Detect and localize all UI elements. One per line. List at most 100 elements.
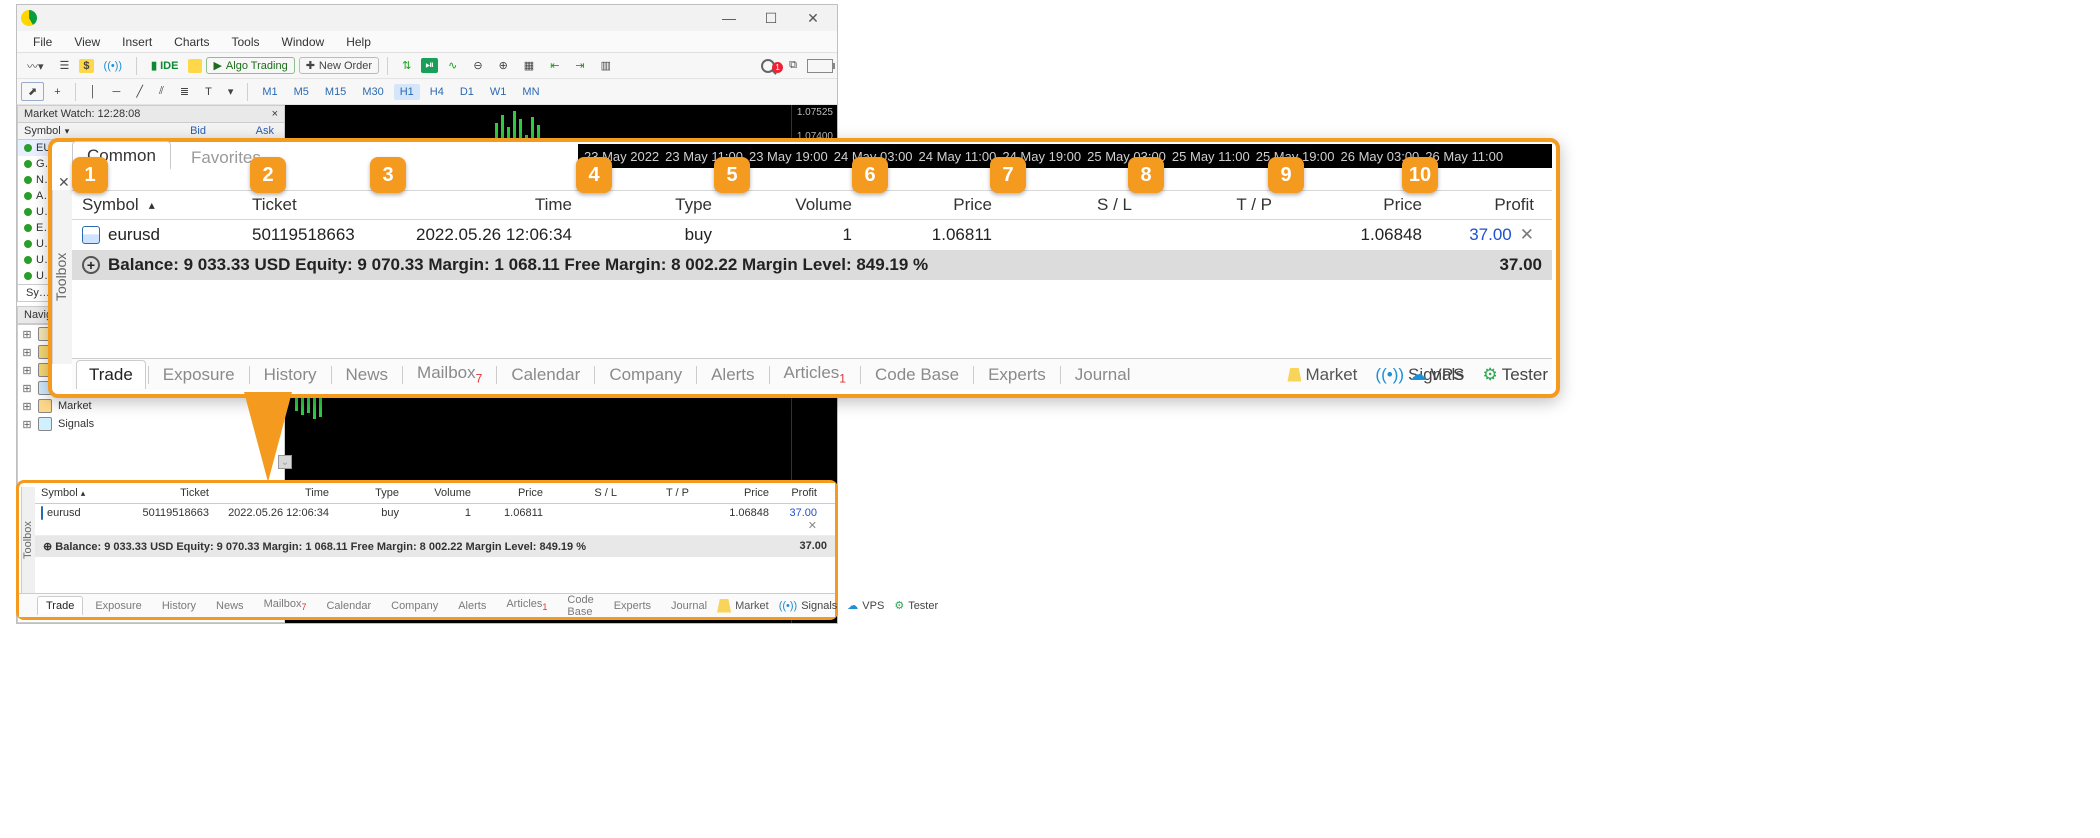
tab-news-small[interactable]: News <box>208 597 252 615</box>
col-price2[interactable]: Price <box>1282 191 1432 219</box>
timeframe-m5[interactable]: M5 <box>288 84 315 100</box>
tree-expand-icon[interactable]: ⊞ <box>22 346 32 359</box>
tab-exposure[interactable]: Exposure <box>151 361 247 389</box>
grid-icon[interactable]: ▦ <box>518 57 540 74</box>
toolbox-vertical-label-small[interactable]: Toolbox <box>21 487 35 593</box>
col-time[interactable]: Time <box>372 191 582 219</box>
menu-file[interactable]: File <box>23 33 62 51</box>
fibo-icon[interactable]: ≣ <box>174 83 195 100</box>
col-price-small[interactable]: Price <box>477 483 549 503</box>
bar-chart-icon[interactable]: ☰ <box>54 57 76 74</box>
tree-expand-icon[interactable]: ⊞ <box>22 418 32 431</box>
trendline-icon[interactable]: ╱ <box>130 83 149 100</box>
signals-toolbar-icon[interactable]: ((•)) <box>98 58 129 74</box>
menu-view[interactable]: View <box>64 33 110 51</box>
zoom-in-icon[interactable]: ⊕ <box>493 57 514 74</box>
window-minimize-button[interactable]: — <box>709 6 749 30</box>
cursor-icon[interactable]: ⬈ <box>21 82 44 101</box>
link-tester[interactable]: ⚙ Tester <box>1482 365 1548 385</box>
text-icon[interactable]: T <box>199 84 218 100</box>
tab-articles-small[interactable]: Articles1 <box>498 595 555 615</box>
link-vps[interactable]: ☁ VPS <box>1409 365 1464 385</box>
tab-articles[interactable]: Articles1 <box>772 359 858 389</box>
window-maximize-button[interactable]: ☐ <box>751 6 791 30</box>
scroll-icon-1[interactable]: ⇤ <box>544 57 565 74</box>
tab-exposure-small[interactable]: Exposure <box>87 597 149 615</box>
tab-alerts-small[interactable]: Alerts <box>450 597 494 615</box>
panel-close-icon[interactable]: ✕ <box>58 174 70 191</box>
mw-col-ask[interactable]: Ask <box>212 123 280 139</box>
tab-experts[interactable]: Experts <box>976 361 1058 389</box>
dollar-icon[interactable]: $ <box>79 59 93 73</box>
channel-icon[interactable]: ⫽ <box>153 83 170 100</box>
tab-company[interactable]: Company <box>597 361 694 389</box>
tab-experts-small[interactable]: Experts <box>606 597 659 615</box>
trade-row[interactable]: eurusd 50119518663 2022.05.26 12:06:34 b… <box>72 220 1552 250</box>
window-close-button[interactable]: ✕ <box>793 6 833 30</box>
link-market[interactable]: Market <box>1287 365 1357 385</box>
timeframe-h4[interactable]: H4 <box>424 84 450 100</box>
mw-col-symbol[interactable]: Symbol ▾ <box>18 123 138 139</box>
link-market-small[interactable]: Market <box>717 599 769 613</box>
timeframe-m1[interactable]: M1 <box>256 84 283 100</box>
timeframe-m15[interactable]: M15 <box>319 84 352 100</box>
timeframe-d1[interactable]: D1 <box>454 84 480 100</box>
col-profit-small[interactable]: Profit <box>775 483 835 503</box>
col-volume-small[interactable]: Volume <box>405 483 477 503</box>
new-order-button[interactable]: ✚ New Order <box>299 57 379 74</box>
chart-line-icon[interactable]: ∿ <box>442 57 463 74</box>
tab-codebase[interactable]: Code Base <box>863 361 971 389</box>
shopping-bag-icon[interactable] <box>188 59 202 73</box>
tree-expand-icon[interactable]: ⊞ <box>22 382 32 395</box>
tab-history-small[interactable]: History <box>154 597 204 615</box>
col-sl[interactable]: S / L <box>1002 191 1142 219</box>
vline-icon[interactable]: │ <box>84 84 103 100</box>
tree-expand-icon[interactable]: ⊞ <box>22 328 32 341</box>
col-type[interactable]: Type <box>582 191 722 219</box>
col-symbol[interactable]: Symbol▴ <box>72 191 242 219</box>
tab-trade[interactable]: Trade <box>76 360 146 389</box>
algo-trading-button[interactable]: ▶ Algo Trading <box>206 57 294 74</box>
col-price[interactable]: Price <box>862 191 1002 219</box>
tab-company-small[interactable]: Company <box>383 597 446 615</box>
col-sl-small[interactable]: S / L <box>549 483 623 503</box>
col-tp-small[interactable]: T / P <box>623 483 695 503</box>
timeframe-m30[interactable]: M30 <box>356 84 389 100</box>
link-signals-small[interactable]: ((•)) Signals <box>779 600 838 612</box>
menu-insert[interactable]: Insert <box>112 33 162 51</box>
tree-expand-icon[interactable]: ⊞ <box>22 400 32 413</box>
autotrade-icon[interactable]: ⏯ <box>421 58 438 73</box>
tab-calendar-small[interactable]: Calendar <box>318 597 379 615</box>
link-signals[interactable]: ((•)) Signals <box>1375 365 1391 385</box>
tab-alerts[interactable]: Alerts <box>699 361 766 389</box>
tree-expand-icon[interactable]: ⊞ <box>22 364 32 377</box>
close-order-icon[interactable]: ✕ <box>1520 225 1534 245</box>
menu-charts[interactable]: Charts <box>164 33 219 51</box>
link-vps-small[interactable]: ☁ VPS <box>847 599 884 612</box>
layout-icon[interactable]: ⧉ <box>783 57 803 74</box>
timeframe-w1[interactable]: W1 <box>484 84 513 100</box>
tab-mailbox-small[interactable]: Mailbox7 <box>256 595 315 615</box>
ide-button[interactable]: ▮ IDE <box>145 57 184 74</box>
col-symbol-small[interactable]: Symbol ▴ <box>35 483 131 503</box>
tab-codebase-small[interactable]: Code Base <box>559 591 601 621</box>
timeframe-h1[interactable]: H1 <box>394 84 420 100</box>
crosshair-icon[interactable]: + <box>48 84 66 100</box>
col-volume[interactable]: Volume <box>722 191 862 219</box>
col-tp[interactable]: T / P <box>1142 191 1282 219</box>
timeframe-mn[interactable]: MN <box>516 84 545 100</box>
zoom-out-icon[interactable]: ⊖ <box>467 57 488 74</box>
tab-news[interactable]: News <box>334 361 401 389</box>
market-watch-close-icon[interactable]: × <box>272 108 278 120</box>
mw-col-bid[interactable]: Bid <box>138 123 212 139</box>
tab-journal[interactable]: Journal <box>1063 361 1143 389</box>
col-profit[interactable]: Profit <box>1432 191 1552 219</box>
tab-mailbox[interactable]: Mailbox7 <box>405 359 494 389</box>
col-price2-small[interactable]: Price <box>695 483 775 503</box>
trade-row-small[interactable]: eurusd 50119518663 2022.05.26 12:06:34 b… <box>35 504 835 536</box>
shapes-icon[interactable]: ▾ <box>222 83 240 100</box>
scroll-icon-2[interactable]: ⇥ <box>569 57 590 74</box>
tab-journal-small[interactable]: Journal <box>663 597 715 615</box>
tab-calendar[interactable]: Calendar <box>499 361 592 389</box>
tab-history[interactable]: History <box>252 361 329 389</box>
